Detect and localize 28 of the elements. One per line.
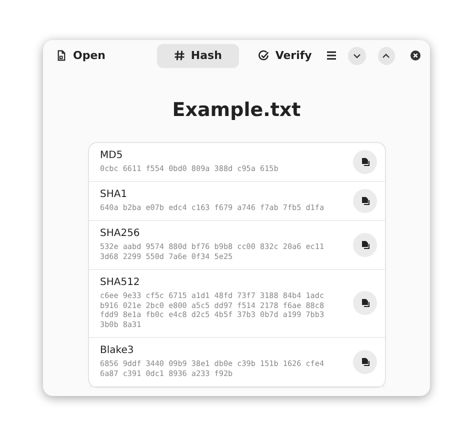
hash-name: MD5: [100, 150, 124, 162]
copy-button[interactable]: [353, 150, 377, 174]
copy-icon: [360, 240, 370, 250]
close-icon: [410, 50, 421, 61]
menu-icon[interactable]: [326, 51, 336, 60]
copy-icon: [360, 196, 370, 206]
maximize-button[interactable]: [378, 46, 395, 64]
copy-icon: [360, 357, 370, 368]
hash-name: SHA1: [100, 189, 128, 200]
chevron-down-icon: [353, 52, 361, 60]
check-tab[interactable]: Verify: [251, 44, 319, 68]
hash-icon: [174, 50, 185, 61]
hash-name: SHA512: [100, 276, 141, 288]
file-title: Example.txt: [171, 99, 302, 121]
copy-button[interactable]: [353, 189, 377, 213]
file-icon: [56, 50, 67, 61]
minimize-button[interactable]: [348, 46, 366, 64]
copy-icon: [360, 298, 370, 308]
check-circle-icon: [258, 50, 270, 61]
copy-icon: [360, 157, 370, 167]
file-tab[interactable]: Open: [49, 44, 117, 68]
hash-name: SHA256: [100, 228, 141, 239]
chevron-up-icon: [382, 52, 390, 60]
hash-name: Blake3: [100, 345, 135, 356]
copy-button[interactable]: [353, 291, 377, 316]
copy-button[interactable]: [353, 232, 377, 257]
hash-tab[interactable]: Hash: [156, 44, 240, 68]
copy-button[interactable]: [353, 350, 377, 374]
